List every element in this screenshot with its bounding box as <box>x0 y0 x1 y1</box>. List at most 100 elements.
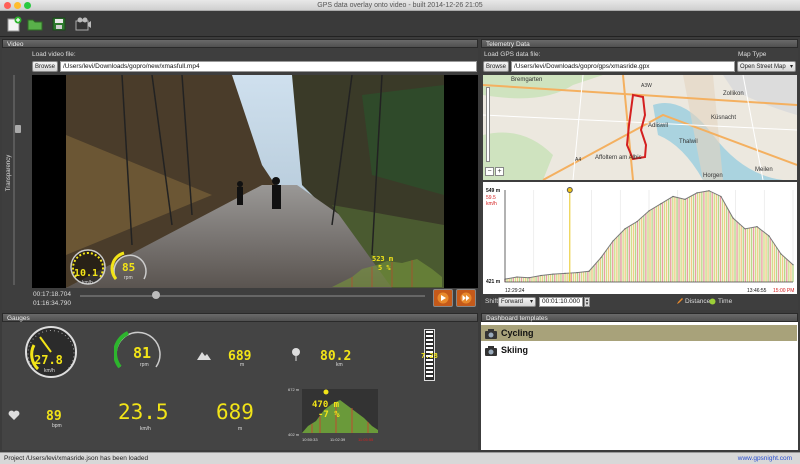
elevation-point <box>564 272 566 274</box>
time-toggle[interactable]: Time <box>718 298 732 305</box>
gauge-altitude-big-value: 689 <box>216 400 254 424</box>
minimize-window-button[interactable] <box>14 2 21 9</box>
pencil-icon <box>677 298 683 304</box>
transparency-handle[interactable] <box>15 125 21 133</box>
new-project-button[interactable] <box>4 14 24 34</box>
distance-toggle[interactable]: Distance <box>685 298 710 305</box>
video-current-time: 00:17:18.704 <box>33 291 71 298</box>
gauge-speed-value: 27.8 <box>34 353 63 367</box>
close-window-button[interactable] <box>4 2 11 9</box>
chart-start-time: 12:29:24 <box>505 288 525 294</box>
mini-time-3: 11:05:55 <box>358 437 374 442</box>
mini-elevation-gauge[interactable]: 672 m 402 m 470 m -7 % 10:50:33 11:02:39… <box>288 386 380 444</box>
status-message: Project /Users/levi/xmasride.json has be… <box>4 455 149 462</box>
map-zoom-slider[interactable] <box>486 87 490 162</box>
open-project-button[interactable] <box>25 14 45 34</box>
dashboard-panel-header: Dashboard templates <box>481 313 798 322</box>
toolbar <box>0 11 800 37</box>
gauge-cadence-unit: rpm <box>140 362 149 368</box>
video-total-time: 01:16:34.790 <box>33 300 71 307</box>
transparency-track <box>13 75 15 285</box>
elevation-point <box>516 276 518 278</box>
telemetry-panel-header: Telemetry Data <box>481 39 798 48</box>
browse-gps-button[interactable]: Browse <box>483 61 509 72</box>
overlay-speed-unit: km/h <box>82 280 93 286</box>
template-name-cycling: Cycling <box>501 328 534 338</box>
gauges-panel-header: Gauges <box>2 313 478 322</box>
map-view[interactable]: Bremgarten A3W Zollikon Adliswil Küsnach… <box>483 75 797 180</box>
gauge-heart-value: 89 <box>46 409 62 424</box>
elevation-point <box>792 264 794 266</box>
shift-time-stepper[interactable]: ▴ ▾ <box>584 297 590 307</box>
elevation-point <box>744 228 746 230</box>
map-place-bremgarten: Bremgarten <box>511 77 543 83</box>
shift-direction-select[interactable]: Forward ▾ <box>498 297 536 307</box>
map-place-a4: A4 <box>575 157 582 163</box>
map-type-value: Open Street Map <box>740 64 786 70</box>
map-place-affoltern: Affoltern am Albis <box>595 155 642 161</box>
browse-video-button[interactable]: Browse <box>32 61 58 72</box>
overlay-cadence-unit: rpm <box>124 275 133 281</box>
window-title: GPS data overlay onto video - built 2014… <box>317 2 483 9</box>
shift-label: Shift <box>485 298 499 305</box>
video-frame[interactable]: 10.1 km/h 85 rpm 523 m 5 % <box>32 75 478 288</box>
clock-icon <box>709 298 716 305</box>
gauge-cadence-value: 81 <box>133 344 152 362</box>
chart-bottom-label: 421 m <box>486 279 501 285</box>
zoom-out-button[interactable]: − <box>485 167 494 176</box>
video-seek-track[interactable] <box>80 295 425 297</box>
elevation-point <box>720 195 722 198</box>
play-button[interactable] <box>433 289 453 307</box>
elevation-point <box>648 210 650 212</box>
elevation-chart-svg <box>504 187 794 283</box>
gauge-altitude-big-unit: m <box>238 426 243 432</box>
map-place-meilen: Meilen <box>755 167 773 173</box>
map-type-select[interactable]: Open Street Map ▾ <box>737 61 796 72</box>
video-file-path-field[interactable]: /Users/levi/Downloads/gopro/new/xmasfull… <box>60 61 477 72</box>
elevation-point <box>696 192 698 194</box>
map-place-adliswil: Adliswil <box>648 123 669 129</box>
elevation-point <box>528 277 530 279</box>
template-name-skiing: Skiing <box>501 345 529 355</box>
gauge-speed-unit: km/h <box>44 368 55 374</box>
overlay-cadence-value: 85 <box>122 261 136 274</box>
map-place-kusnacht: Küsnacht <box>711 115 737 121</box>
map-type-label: Map Type <box>738 51 767 58</box>
map-tiles-image <box>483 75 797 180</box>
gps-file-path-field[interactable]: /Users/levi/Downloads/gopro/gps/xmasride… <box>511 61 735 72</box>
chart-end-time: 13:46:55 <box>747 288 767 294</box>
video-panel-title: Video <box>7 41 24 48</box>
dashboard-panel-title: Dashboard templates <box>486 315 548 322</box>
elevation-point <box>768 235 770 237</box>
save-icon <box>52 17 66 31</box>
shift-time-field[interactable]: 00:01:10.000 <box>539 297 583 307</box>
fast-forward-button[interactable] <box>456 289 476 307</box>
fast-forward-icon <box>460 292 472 304</box>
zoom-in-button[interactable]: + <box>495 167 504 176</box>
elevation-point <box>780 253 782 255</box>
open-folder-icon <box>27 19 43 31</box>
window-title-bar: GPS data overlay onto video - built 2014… <box>0 0 800 11</box>
gauge-altitude-unit: m <box>240 362 245 368</box>
export-video-button[interactable] <box>73 14 93 34</box>
zoom-window-button[interactable] <box>24 2 31 9</box>
gauge-heart-unit: bpm <box>52 423 62 429</box>
mini-grade-value: -7 % <box>318 410 340 420</box>
new-icon <box>7 16 22 32</box>
elevation-chart[interactable]: 549 m 59.5 km/h 421 m 12:29:24 13:46:55 … <box>483 182 797 294</box>
elevation-point <box>552 273 554 275</box>
video-seek-handle[interactable] <box>152 291 160 299</box>
elevation-point <box>624 228 626 230</box>
camera-icon <box>485 345 497 356</box>
website-link[interactable]: www.gpsnight.com <box>738 453 792 464</box>
elevation-point <box>732 217 734 219</box>
template-row-skiing[interactable]: Skiing <box>481 342 797 358</box>
elevation-point <box>600 256 602 259</box>
play-icon <box>437 292 449 304</box>
mini-time-1: 10:50:33 <box>302 437 318 442</box>
chart-cursor-handle[interactable] <box>566 187 573 193</box>
elevation-point <box>660 203 662 205</box>
save-project-button[interactable] <box>49 14 69 34</box>
template-row-cycling[interactable]: Cycling <box>481 325 797 341</box>
chart-top-label: 549 m <box>486 188 501 194</box>
